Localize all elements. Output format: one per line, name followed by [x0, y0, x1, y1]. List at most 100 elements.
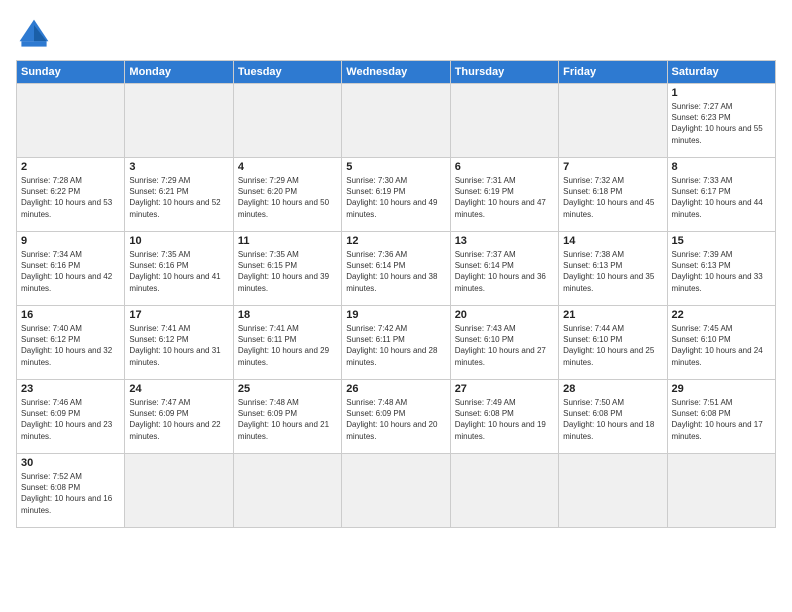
week-row-1: 2Sunrise: 7:28 AM Sunset: 6:22 PM Daylig… — [17, 158, 776, 232]
day-info: Sunrise: 7:36 AM Sunset: 6:14 PM Dayligh… — [346, 249, 445, 294]
day-cell: 24 Sunrise: 7:47 AM Sunset: 6:09 PM Dayli… — [125, 380, 233, 454]
header-day-thursday: Thursday — [450, 61, 558, 84]
day-cell — [450, 454, 558, 528]
day-number: 13 — [455, 235, 554, 247]
day-number: 25 — [238, 383, 337, 395]
day-number: 18 — [238, 309, 337, 321]
day-info: Sunrise: 7:48 AM Sunset: 6:09 PM Dayligh… — [238, 397, 337, 442]
day-number: 12 — [346, 235, 445, 247]
day-number: 9 — [21, 235, 120, 247]
day-cell — [342, 454, 450, 528]
day-cell — [125, 84, 233, 158]
day-info: Sunrise: 7:49 AM Sunset: 6:08 PM Dayligh… — [455, 397, 554, 442]
day-number: 24 — [129, 383, 228, 395]
day-cell — [233, 454, 341, 528]
day-info: Sunrise: 7:28 AM Sunset: 6:22 PM Dayligh… — [21, 175, 120, 220]
day-number: 21 — [563, 309, 662, 321]
day-info: Sunrise: 7:42 AM Sunset: 6:11 PM Dayligh… — [346, 323, 445, 368]
day-info: Sunrise: 7:31 AM Sunset: 6:19 PM Dayligh… — [455, 175, 554, 220]
day-number: 1 — [672, 87, 771, 99]
day-cell: 18 Sunrise: 7:41 AM Sunset: 6:11 PM Dayli… — [233, 306, 341, 380]
day-info: Sunrise: 7:29 AM Sunset: 6:21 PM Dayligh… — [129, 175, 228, 220]
day-info: Sunrise: 7:51 AM Sunset: 6:08 PM Dayligh… — [672, 397, 771, 442]
day-cell: 30 Sunrise: 7:52 AM Sunset: 6:08 PM Dayli… — [17, 454, 125, 528]
week-row-4: 23Sunrise: 7:46 AM Sunset: 6:09 PM Dayli… — [17, 380, 776, 454]
day-info: Sunrise: 7:44 AM Sunset: 6:10 PM Dayligh… — [563, 323, 662, 368]
day-cell: 15 Sunrise: 7:39 AM Sunset: 6:13 PM Dayli… — [667, 232, 775, 306]
day-number: 11 — [238, 235, 337, 247]
header-day-saturday: Saturday — [667, 61, 775, 84]
day-cell: 5 Sunrise: 7:30 AM Sunset: 6:19 PM Daylig… — [342, 158, 450, 232]
day-cell: 13Sunrise: 7:37 AM Sunset: 6:14 PM Dayli… — [450, 232, 558, 306]
day-cell: 11 Sunrise: 7:35 AM Sunset: 6:15 PM Dayli… — [233, 232, 341, 306]
day-cell: 26Sunrise: 7:48 AM Sunset: 6:09 PM Dayli… — [342, 380, 450, 454]
day-cell: 8Sunrise: 7:33 AM Sunset: 6:17 PM Daylig… — [667, 158, 775, 232]
day-cell: 1Sunrise: 7:27 AM Sunset: 6:23 PM Daylig… — [667, 84, 775, 158]
day-cell: 25 Sunrise: 7:48 AM Sunset: 6:09 PM Dayli… — [233, 380, 341, 454]
day-cell: 10 Sunrise: 7:35 AM Sunset: 6:16 PM Dayli… — [125, 232, 233, 306]
day-number: 29 — [672, 383, 771, 395]
day-number: 8 — [672, 161, 771, 173]
day-info: Sunrise: 7:52 AM Sunset: 6:08 PM Dayligh… — [21, 471, 120, 516]
day-number: 4 — [238, 161, 337, 173]
day-cell — [233, 84, 341, 158]
day-number: 27 — [455, 383, 554, 395]
page: SundayMondayTuesdayWednesdayThursdayFrid… — [0, 0, 792, 612]
day-number: 30 — [21, 457, 120, 469]
day-info: Sunrise: 7:35 AM Sunset: 6:15 PM Dayligh… — [238, 249, 337, 294]
day-cell: 2Sunrise: 7:28 AM Sunset: 6:22 PM Daylig… — [17, 158, 125, 232]
day-cell — [342, 84, 450, 158]
day-number: 6 — [455, 161, 554, 173]
day-cell: 23Sunrise: 7:46 AM Sunset: 6:09 PM Dayli… — [17, 380, 125, 454]
day-cell: 27 Sunrise: 7:49 AM Sunset: 6:08 PM Dayli… — [450, 380, 558, 454]
day-info: Sunrise: 7:35 AM Sunset: 6:16 PM Dayligh… — [129, 249, 228, 294]
header-row: SundayMondayTuesdayWednesdayThursdayFrid… — [17, 61, 776, 84]
day-cell: 14Sunrise: 7:38 AM Sunset: 6:13 PM Dayli… — [559, 232, 667, 306]
header-day-friday: Friday — [559, 61, 667, 84]
day-number: 7 — [563, 161, 662, 173]
header — [16, 16, 776, 52]
day-cell — [559, 454, 667, 528]
header-day-tuesday: Tuesday — [233, 61, 341, 84]
day-cell — [125, 454, 233, 528]
day-cell — [450, 84, 558, 158]
day-info: Sunrise: 7:30 AM Sunset: 6:19 PM Dayligh… — [346, 175, 445, 220]
logo — [16, 16, 56, 52]
calendar-table: SundayMondayTuesdayWednesdayThursdayFrid… — [16, 60, 776, 528]
day-number: 19 — [346, 309, 445, 321]
day-info: Sunrise: 7:41 AM Sunset: 6:11 PM Dayligh… — [238, 323, 337, 368]
day-cell — [17, 84, 125, 158]
day-info: Sunrise: 7:46 AM Sunset: 6:09 PM Dayligh… — [21, 397, 120, 442]
day-cell: 20 Sunrise: 7:43 AM Sunset: 6:10 PM Dayli… — [450, 306, 558, 380]
day-number: 16 — [21, 309, 120, 321]
day-cell — [667, 454, 775, 528]
day-info: Sunrise: 7:29 AM Sunset: 6:20 PM Dayligh… — [238, 175, 337, 220]
day-info: Sunrise: 7:32 AM Sunset: 6:18 PM Dayligh… — [563, 175, 662, 220]
day-cell — [559, 84, 667, 158]
day-cell: 6 Sunrise: 7:31 AM Sunset: 6:19 PM Daylig… — [450, 158, 558, 232]
header-day-sunday: Sunday — [17, 61, 125, 84]
day-info: Sunrise: 7:50 AM Sunset: 6:08 PM Dayligh… — [563, 397, 662, 442]
day-cell: 12 Sunrise: 7:36 AM Sunset: 6:14 PM Dayli… — [342, 232, 450, 306]
day-info: Sunrise: 7:43 AM Sunset: 6:10 PM Dayligh… — [455, 323, 554, 368]
day-info: Sunrise: 7:39 AM Sunset: 6:13 PM Dayligh… — [672, 249, 771, 294]
day-number: 10 — [129, 235, 228, 247]
week-row-3: 16 Sunrise: 7:40 AM Sunset: 6:12 PM Dayli… — [17, 306, 776, 380]
day-cell: 3 Sunrise: 7:29 AM Sunset: 6:21 PM Daylig… — [125, 158, 233, 232]
logo-icon — [16, 16, 52, 52]
day-number: 15 — [672, 235, 771, 247]
day-cell: 4 Sunrise: 7:29 AM Sunset: 6:20 PM Daylig… — [233, 158, 341, 232]
day-cell: 28Sunrise: 7:50 AM Sunset: 6:08 PM Dayli… — [559, 380, 667, 454]
day-cell: 29 Sunrise: 7:51 AM Sunset: 6:08 PM Dayli… — [667, 380, 775, 454]
week-row-0: 1Sunrise: 7:27 AM Sunset: 6:23 PM Daylig… — [17, 84, 776, 158]
day-info: Sunrise: 7:41 AM Sunset: 6:12 PM Dayligh… — [129, 323, 228, 368]
day-cell: 19 Sunrise: 7:42 AM Sunset: 6:11 PM Dayli… — [342, 306, 450, 380]
day-number: 20 — [455, 309, 554, 321]
day-number: 3 — [129, 161, 228, 173]
day-info: Sunrise: 7:40 AM Sunset: 6:12 PM Dayligh… — [21, 323, 120, 368]
day-number: 5 — [346, 161, 445, 173]
week-row-5: 30 Sunrise: 7:52 AM Sunset: 6:08 PM Dayli… — [17, 454, 776, 528]
day-cell: 9Sunrise: 7:34 AM Sunset: 6:16 PM Daylig… — [17, 232, 125, 306]
day-info: Sunrise: 7:47 AM Sunset: 6:09 PM Dayligh… — [129, 397, 228, 442]
day-info: Sunrise: 7:48 AM Sunset: 6:09 PM Dayligh… — [346, 397, 445, 442]
